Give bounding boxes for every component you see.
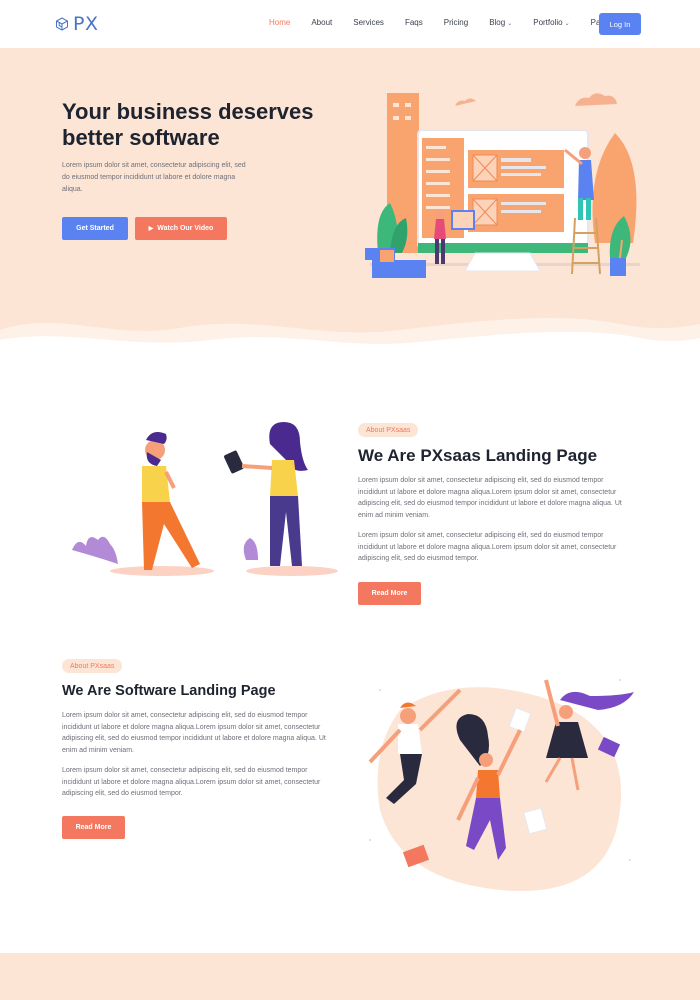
nav-item-pricing[interactable]: Pricing [444, 18, 468, 27]
watch-video-button[interactable]: ▶ Watch Our Video [135, 217, 227, 240]
get-started-button[interactable]: Get Started [62, 217, 128, 240]
button-label: Read More [75, 824, 112, 831]
nav-item-portfolio[interactable]: Portfolio ⌄ [533, 18, 569, 27]
site-header: PX Home About Services Faqs Pricing Blog… [0, 0, 700, 48]
nav-label: About [311, 18, 333, 27]
nav-label: Services [353, 18, 384, 27]
button-label: Read More [371, 590, 408, 597]
play-icon: ▶ [148, 226, 154, 232]
button-label: Watch Our Video [157, 225, 214, 232]
hero-illustration [365, 93, 640, 278]
about-paragraph-2: Lorem ipsum dolor sit amet, consectetur … [358, 532, 617, 563]
nav-item-faqs[interactable]: Faqs [405, 18, 423, 27]
main-nav: Home About Services Faqs Pricing Blog ⌄ P… [269, 18, 641, 27]
nav-label: Portfolio [533, 18, 563, 27]
login-button[interactable]: Log In [599, 13, 641, 35]
cube-icon [56, 17, 68, 31]
about-title: We Are PXsaas Landing Page [358, 446, 598, 465]
hero-title: Your business deserves better software [62, 99, 314, 150]
software-paragraph-2: Lorem ipsum dolor sit amet, consectetur … [62, 767, 321, 798]
nav-label: Home [269, 18, 291, 27]
walking-people-illustration [72, 422, 338, 576]
software-read-more-button[interactable]: Read More [62, 816, 125, 839]
software-paragraph-1: Lorem ipsum dolor sit amet, consectetur … [62, 712, 326, 754]
nav-label: Faqs [404, 18, 423, 27]
software-badge: About PXsaas [62, 659, 123, 673]
button-label: Get Started [76, 225, 114, 232]
nav-item-blog[interactable]: Blog ⌄ [489, 18, 512, 27]
chevron-down-icon: ⌄ [564, 21, 570, 27]
about-read-more-button[interactable]: Read More [358, 582, 421, 605]
about-paragraph-1: Lorem ipsum dolor sit amet, consectetur … [358, 477, 622, 519]
footer-band [0, 953, 700, 1000]
logo[interactable]: PX [55, 13, 98, 35]
hero-wave-divider [0, 318, 700, 348]
chevron-down-icon: ⌄ [507, 21, 513, 27]
brand-name: PX [73, 13, 99, 35]
software-title: We Are Software Landing Page [62, 683, 276, 699]
jumping-people-illustration [368, 679, 634, 891]
nav-item-about[interactable]: About [311, 18, 332, 27]
about-badge: About PXsaas [358, 423, 419, 437]
hero-description: Lorem ipsum dolor sit amet, consectetur … [62, 162, 246, 193]
nav-item-home[interactable]: Home [269, 18, 290, 27]
nav-label: Pricing [443, 18, 469, 27]
nav-item-services[interactable]: Services [353, 18, 384, 27]
nav-label: Blog [489, 18, 506, 27]
